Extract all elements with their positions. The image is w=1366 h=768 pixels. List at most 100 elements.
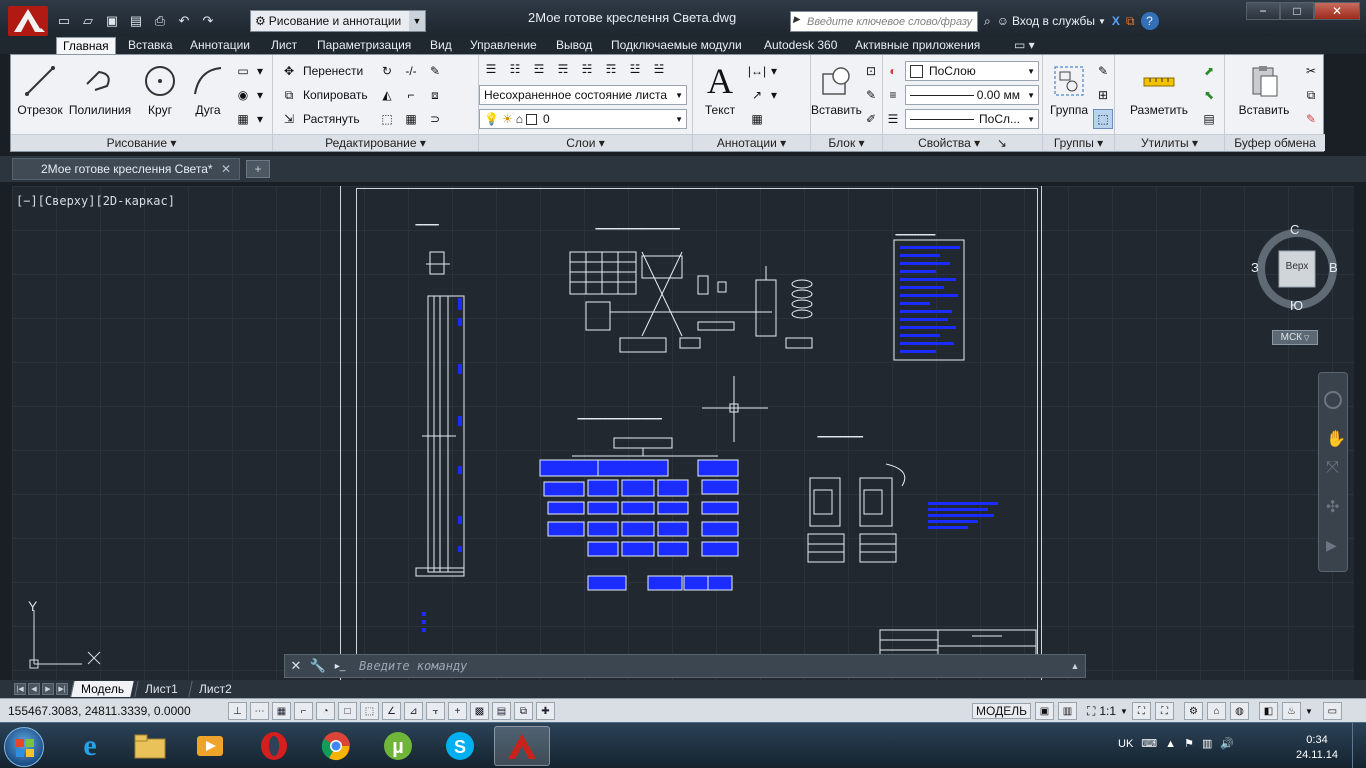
chrome-icon[interactable] [308, 726, 364, 766]
last-tab-icon[interactable]: ▶| [56, 683, 68, 695]
select-all-icon[interactable]: ⬉ [1199, 85, 1219, 105]
first-tab-icon[interactable]: |◀ [14, 683, 26, 695]
utorrent-icon[interactable]: µ [370, 726, 426, 766]
file-explorer-icon[interactable] [122, 726, 178, 766]
quick-select-icon[interactable]: ⬈ [1199, 61, 1219, 81]
quick-view-drawings-icon[interactable]: ▥ [1057, 702, 1077, 720]
clean-screen-icon[interactable]: ▭ [1322, 702, 1342, 720]
panel-draw-label[interactable]: Рисование ▾ [11, 134, 272, 151]
panel-annotation-label[interactable]: Аннотации ▾ [693, 134, 810, 151]
tab-sheet1[interactable]: Лист1 [134, 681, 188, 697]
tray-expand-icon[interactable]: ▲ [1165, 738, 1176, 750]
panel-modify-label[interactable]: Редактирование ▾ [273, 134, 478, 151]
model-space-button[interactable]: МОДЕЛЬ [972, 703, 1031, 719]
dyn-icon[interactable]: ⫟ [426, 702, 445, 720]
color-dropdown[interactable]: ПоСлою ▼ [905, 61, 1039, 81]
command-input[interactable]: Введите команду [355, 656, 1065, 676]
polar-icon[interactable]: ◔ [316, 702, 335, 720]
annotation-monitor-icon[interactable]: ✚ [536, 702, 555, 720]
scale-icon[interactable]: ⬚ [377, 109, 397, 129]
new-file-icon[interactable]: ▭ [54, 11, 74, 31]
help-icon[interactable]: ? [1140, 12, 1159, 30]
selection-cycling-icon[interactable]: ⧉ [514, 702, 533, 720]
calculator-icon[interactable]: ▤ [1199, 109, 1219, 129]
close-button[interactable]: ✕ [1314, 2, 1360, 20]
undo-icon[interactable]: ↶ [174, 11, 194, 31]
network-icon[interactable]: ▥ [1202, 737, 1212, 750]
viewcube-east-label[interactable]: В [1329, 260, 1338, 275]
ucs-dropdown[interactable]: МСК ▽ [1272, 330, 1318, 345]
insert-block-button[interactable]: Вставить [811, 59, 862, 117]
steering-wheel-icon[interactable] [1324, 391, 1342, 409]
transparency-icon[interactable]: ▩ [470, 702, 489, 720]
maximize-button[interactable]: □ [1280, 2, 1314, 20]
linetype-dropdown[interactable]: ПоСл... ▼ [905, 109, 1039, 129]
text-button[interactable]: A Текст [695, 59, 745, 117]
media-player-icon[interactable] [182, 726, 238, 766]
tab-annotate[interactable]: Аннотации [184, 37, 256, 54]
prev-tab-icon[interactable]: ◀ [28, 683, 40, 695]
otrack-icon[interactable]: ∠ [382, 702, 401, 720]
dimension-button[interactable]: |↔| ▾ [747, 61, 777, 81]
line-button[interactable]: Отрезок [15, 59, 65, 117]
fillet-icon[interactable]: ⌐ [401, 85, 421, 105]
command-prompt-icon[interactable]: ▸_ [329, 655, 351, 677]
bulb-icon[interactable]: ♨ [1281, 702, 1301, 720]
layer-state-dropdown[interactable]: Несохраненное состояние листа ▼ [479, 85, 687, 105]
close-icon[interactable]: ✕ [221, 162, 231, 176]
erase-icon[interactable]: ✎ [425, 61, 445, 81]
next-tab-icon[interactable]: ▶ [42, 683, 54, 695]
tab-featured-apps[interactable]: Активные приложения [849, 37, 986, 54]
minimize-button[interactable]: − [1246, 2, 1280, 20]
autocad-taskbar-icon[interactable] [494, 726, 550, 766]
tab-output[interactable]: Вывод [550, 37, 598, 54]
cut-icon[interactable]: ✂ [1301, 61, 1321, 81]
language-indicator[interactable]: UK [1118, 738, 1133, 750]
panel-block-label[interactable]: Блок ▾ [811, 134, 882, 151]
chevron-down-icon[interactable]: ▼ [409, 11, 425, 31]
hardware-accel-icon[interactable]: ◍ [1229, 702, 1249, 720]
new-tab-button[interactable]: + [246, 160, 270, 178]
lineweight-dropdown[interactable]: 0.00 мм ▼ [905, 85, 1039, 105]
ortho-icon[interactable]: ⌐ [294, 702, 313, 720]
clock[interactable]: 0:34 24.11.14 [1296, 733, 1338, 763]
skype-icon[interactable]: S [432, 726, 488, 766]
edit-block-icon[interactable]: ✎ [861, 85, 881, 105]
polyline-button[interactable]: Полилиния [67, 59, 133, 117]
chevron-up-icon[interactable]: ▲ [1065, 661, 1085, 671]
tab-parametric[interactable]: Параметризация [311, 37, 417, 54]
circle-button[interactable]: Круг [135, 59, 185, 117]
copy-clip-icon[interactable]: ⧉ [1301, 85, 1321, 105]
lineweight-toggle-icon[interactable]: + [448, 702, 467, 720]
tab-insert[interactable]: Вставка [122, 37, 179, 54]
zoom-icon[interactable]: ⤧ [1326, 459, 1339, 477]
opera-icon[interactable] [246, 726, 302, 766]
open-file-icon[interactable]: ▱ [78, 11, 98, 31]
isolate-objects-icon[interactable]: ◧ [1258, 702, 1278, 720]
keyboard-icon[interactable]: ⌨ [1141, 737, 1157, 750]
workspace-dropdown[interactable]: ⚙ Рисование и аннотации ▼ [250, 10, 426, 32]
region-button[interactable]: ▦ ▾ [233, 109, 263, 129]
dialog-launcher-icon[interactable]: ↘ [997, 136, 1007, 150]
mirror-icon[interactable]: ◭ [377, 85, 397, 105]
hatch-button[interactable]: ◉ ▾ [233, 85, 263, 105]
layer-off-icon[interactable]: ☲ [529, 59, 549, 79]
leader-button[interactable]: ↗ ▾ [747, 85, 777, 105]
search-input[interactable]: ▶ Введите ключевое слово/фразу [790, 11, 978, 32]
layer-dropdown[interactable]: 💡 ☀ ⌂ 0 ▼ [479, 109, 687, 129]
layer-isolate-icon[interactable]: ☴ [553, 59, 573, 79]
annotation-scale-icon[interactable]: ⛶ [1087, 704, 1095, 719]
ungroup-icon[interactable]: ✎ [1093, 61, 1113, 81]
panel-properties-label[interactable]: Свойства ▾ ↘ [883, 134, 1042, 151]
copy-button[interactable]: ⧉ Копировать [279, 85, 368, 105]
arc-button[interactable]: Дуга [183, 59, 233, 117]
infer-constraints-icon[interactable]: ⊥ [228, 702, 247, 720]
redo-icon[interactable]: ↷ [198, 11, 218, 31]
viewcube-west-label[interactable]: З [1251, 260, 1259, 275]
workspace-switch-icon[interactable]: ⚙ [1183, 702, 1203, 720]
layer-match-icon[interactable]: ☳ [625, 59, 645, 79]
tab-model[interactable]: Модель [70, 681, 134, 697]
panel-utilities-label[interactable]: Утилиты ▾ [1115, 134, 1224, 151]
tab-autodesk360[interactable]: Autodesk 360 [758, 37, 843, 54]
drawing-viewport[interactable]: [−][Сверху][2D-каркас] ________ ________… [12, 186, 1354, 680]
